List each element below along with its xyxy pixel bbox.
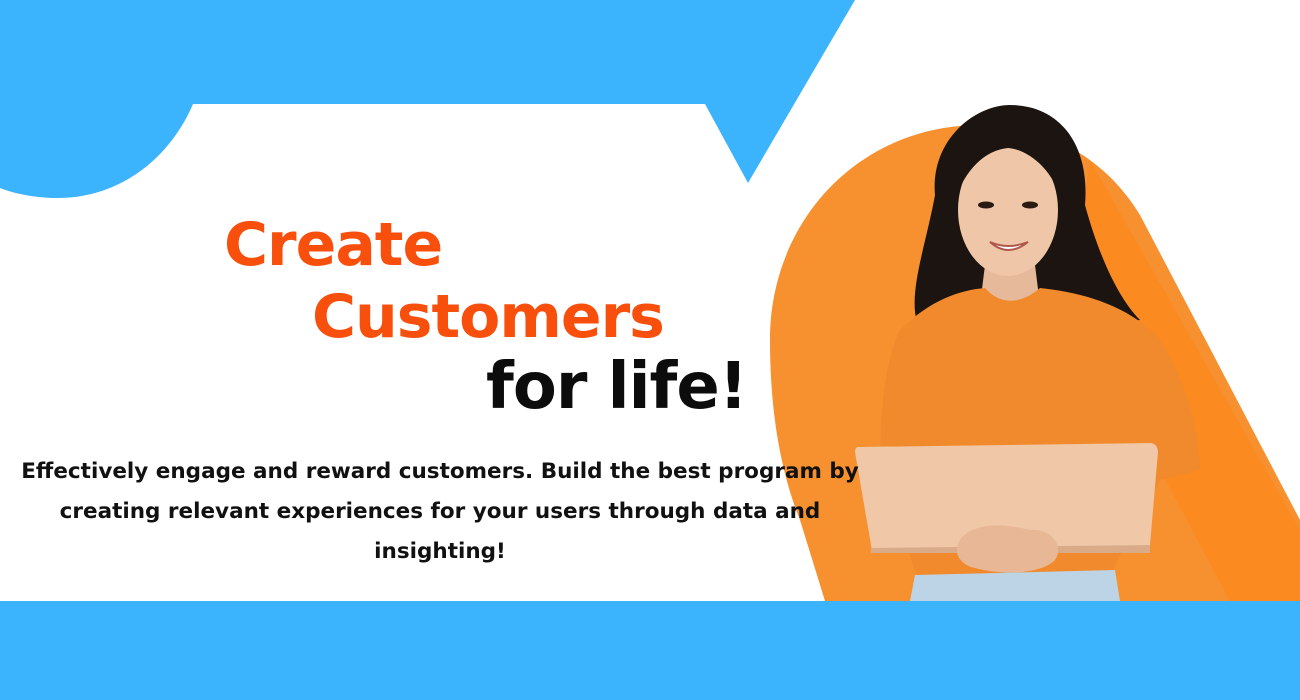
jeans — [910, 570, 1120, 601]
body-copy: Effectively engage and reward customers.… — [21, 459, 859, 564]
eye-left — [978, 201, 994, 209]
hand — [956, 525, 1059, 573]
eye-right — [1022, 201, 1038, 209]
person-photo — [855, 105, 1200, 601]
